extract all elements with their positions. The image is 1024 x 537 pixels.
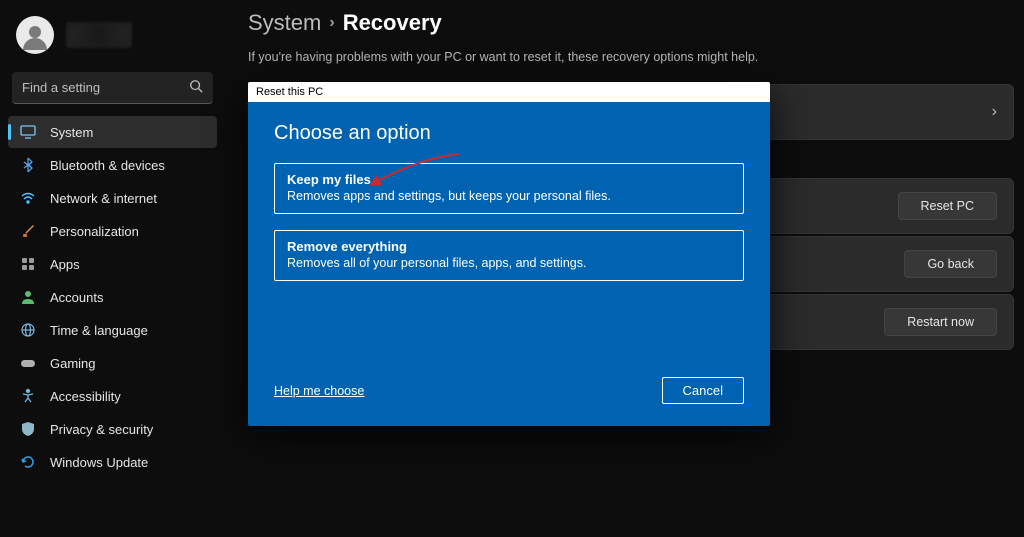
sidebar-item-system[interactable]: System [8, 116, 217, 148]
sidebar-item-label: Gaming [50, 356, 96, 371]
person-icon [20, 289, 36, 305]
user-name-redacted [66, 22, 132, 48]
sidebar-item-personalization[interactable]: Personalization [8, 215, 217, 247]
sidebar-item-label: Network & internet [50, 191, 157, 206]
sidebar-item-label: Time & language [50, 323, 148, 338]
avatar [16, 16, 54, 54]
globe-icon [20, 322, 36, 338]
chevron-right-icon: › [329, 14, 334, 32]
sidebar-item-apps[interactable]: Apps [8, 248, 217, 280]
chevron-right-icon: › [992, 103, 997, 121]
sidebar-item-label: Privacy & security [50, 422, 153, 437]
wifi-icon [20, 190, 36, 206]
sidebar-item-windows-update[interactable]: Windows Update [8, 446, 217, 478]
update-icon [20, 454, 36, 470]
sidebar-item-time-language[interactable]: Time & language [8, 314, 217, 346]
option-desc: Removes apps and settings, but keeps you… [287, 189, 731, 203]
shield-icon [20, 421, 36, 437]
help-me-choose-link[interactable]: Help me choose [274, 384, 364, 398]
sidebar-item-label: Personalization [50, 224, 139, 239]
breadcrumb-current: Recovery [343, 10, 442, 36]
search-icon [189, 79, 203, 96]
system-icon [20, 124, 36, 140]
option-title: Remove everything [287, 239, 731, 254]
bluetooth-icon [20, 157, 36, 173]
reset-this-pc-dialog: Reset this PC Choose an option Keep my f… [248, 82, 770, 426]
sidebar: Find a setting System Bluetooth & device… [0, 0, 225, 537]
restart-now-button[interactable]: Restart now [884, 308, 997, 336]
option-title: Keep my files [287, 172, 731, 187]
sidebar-item-label: Accounts [50, 290, 103, 305]
accessibility-icon [20, 388, 36, 404]
option-desc: Removes all of your personal files, apps… [287, 256, 731, 270]
option-remove-everything[interactable]: Remove everything Removes all of your pe… [274, 230, 744, 281]
search-placeholder: Find a setting [22, 80, 100, 95]
dialog-titlebar: Reset this PC [248, 82, 770, 102]
dialog-heading: Choose an option [274, 122, 744, 145]
apps-icon [20, 256, 36, 272]
sidebar-item-label: System [50, 125, 93, 140]
sidebar-item-label: Accessibility [50, 389, 121, 404]
sidebar-item-accessibility[interactable]: Accessibility [8, 380, 217, 412]
gamepad-icon [20, 355, 36, 371]
sidebar-item-network[interactable]: Network & internet [8, 182, 217, 214]
page-subtitle: If you're having problems with your PC o… [248, 50, 1014, 64]
search-input[interactable]: Find a setting [12, 72, 213, 104]
brush-icon [20, 223, 36, 239]
sidebar-item-gaming[interactable]: Gaming [8, 347, 217, 379]
nav: System Bluetooth & devices Network & int… [8, 116, 217, 478]
option-keep-my-files[interactable]: Keep my files Removes apps and settings,… [274, 163, 744, 214]
user-account-row[interactable] [8, 10, 217, 68]
sidebar-item-accounts[interactable]: Accounts [8, 281, 217, 313]
sidebar-item-label: Bluetooth & devices [50, 158, 165, 173]
cancel-button[interactable]: Cancel [662, 377, 744, 404]
sidebar-item-bluetooth[interactable]: Bluetooth & devices [8, 149, 217, 181]
breadcrumb-parent[interactable]: System [248, 10, 321, 36]
sidebar-item-label: Apps [50, 257, 80, 272]
sidebar-item-privacy[interactable]: Privacy & security [8, 413, 217, 445]
sidebar-item-label: Windows Update [50, 455, 148, 470]
breadcrumb: System › Recovery [248, 10, 1014, 36]
reset-pc-button[interactable]: Reset PC [898, 192, 998, 220]
go-back-button[interactable]: Go back [904, 250, 997, 278]
